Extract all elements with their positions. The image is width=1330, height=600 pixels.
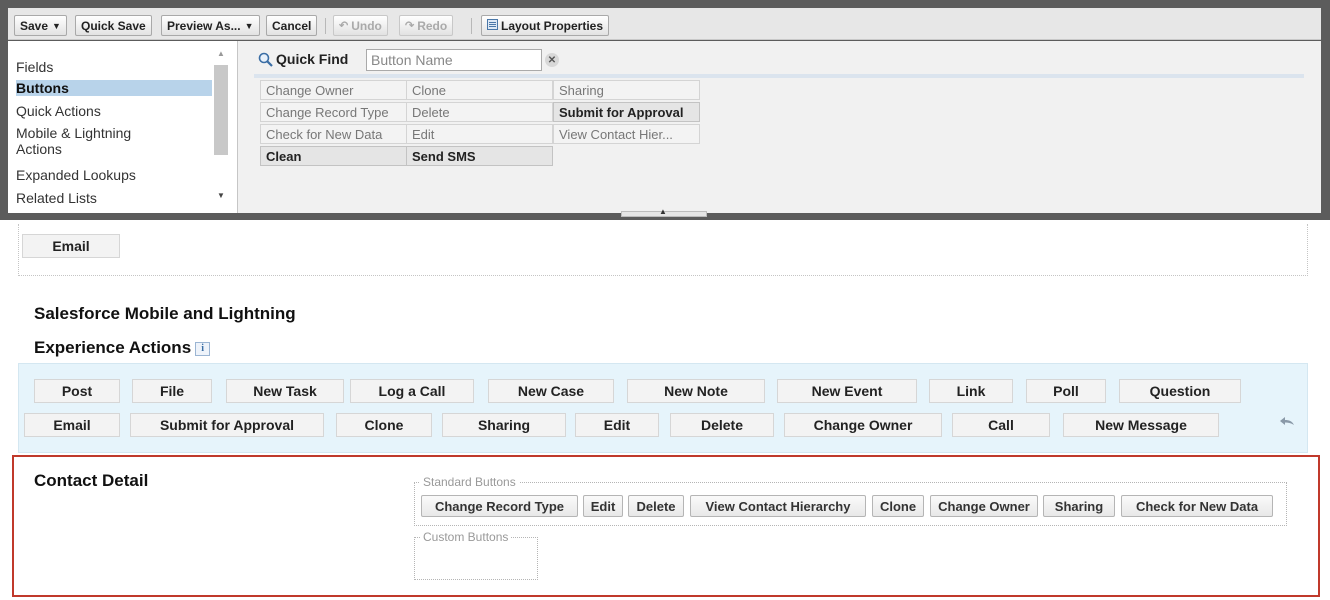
action-new-event[interactable]: New Event [777,379,917,403]
chevron-down-icon: ▼ [244,20,254,31]
standard-button-sharing[interactable]: Sharing [1043,495,1115,517]
action-post[interactable]: Post [34,379,120,403]
scrollbar-thumb[interactable] [214,65,228,155]
standard-button-clone[interactable]: Clone [872,495,924,517]
standard-button-edit[interactable]: Edit [583,495,623,517]
layout-properties-icon [487,18,498,33]
category-buttons[interactable]: Buttons [16,80,212,96]
editor-toolbar: Save ▼ Quick Save Preview As... ▼ Cancel… [8,8,1321,40]
action-new-message[interactable]: New Message [1063,413,1219,437]
palette-button-delete[interactable]: Delete [406,102,553,122]
palette-category-list: Fields Buttons Quick Actions Mobile & Li… [8,41,238,213]
layout-palette: Save ▼ Quick Save Preview As... ▼ Cancel… [0,0,1330,220]
quick-find-label: Quick Find [258,51,348,67]
chevron-down-icon[interactable]: ▼ [52,21,61,31]
category-fields[interactable]: Fields [16,59,212,75]
actions-title-line2-text: Experience Actions [34,338,192,357]
palette-body: Fields Buttons Quick Actions Mobile & Li… [8,41,1321,217]
action-poll[interactable]: Poll [1026,379,1106,403]
undo-button[interactable]: ↶ Undo [333,15,388,36]
palette-button-edit[interactable]: Edit [406,124,553,144]
action-new-task[interactable]: New Task [226,379,344,403]
palette-button-clone[interactable]: Clone [406,80,553,100]
palette-button-change-record-type[interactable]: Change Record Type [260,102,407,122]
save-button[interactable]: Save ▼ [14,15,67,36]
toolbar-divider [471,18,472,34]
action-new-case[interactable]: New Case [488,379,614,403]
standard-buttons-legend: Standard Buttons [420,475,519,489]
redo-label: Redo [417,18,448,33]
action-new-note[interactable]: New Note [627,379,765,403]
layout-properties-label: Layout Properties [501,18,604,33]
collapse-palette-handle[interactable]: ▲ [621,207,707,217]
category-scrollbar[interactable]: ▲ ▼ [213,49,229,207]
action-log-a-call[interactable]: Log a Call [350,379,474,403]
redo-icon: ↷ [405,20,415,32]
save-label: Save [20,18,49,33]
action-call[interactable]: Call [952,413,1050,437]
palette-button-check-for-new-data[interactable]: Check for New Data [260,124,407,144]
palette-button-change-owner[interactable]: Change Owner [260,80,407,100]
palette-button-clean[interactable]: Clean [260,146,407,166]
standard-button-delete[interactable]: Delete [628,495,684,517]
palette-button-sharing[interactable]: Sharing [553,80,700,100]
palette-button-submit-for-approval[interactable]: Submit for Approval [553,102,700,122]
cancel-button[interactable]: Cancel [266,15,318,36]
action-link[interactable]: Link [929,379,1013,403]
actions-title-line2: Experience Actions i [34,331,296,365]
action-file[interactable]: File [132,379,212,403]
toolbar-divider [325,18,326,34]
custom-buttons-legend: Custom Buttons [420,530,512,544]
contact-detail-title: Contact Detail [34,471,149,490]
action-edit[interactable]: Edit [575,413,659,437]
standard-button-change-owner[interactable]: Change Owner [930,495,1038,517]
quick-find-input[interactable] [366,49,542,71]
category-related-lists[interactable]: Related Lists [16,190,212,206]
action-question[interactable]: Question [1119,379,1241,403]
preview-as-button[interactable]: Preview As... ▼ [161,15,260,36]
actions-title-line1: Salesforce Mobile and Lightning [34,304,296,323]
category-mobile-lightning-label: Mobile & Lightning [16,125,132,141]
action-email[interactable]: Email [24,413,120,437]
undo-label: Undo [351,18,382,33]
actions-section-title: Salesforce Mobile and Lightning Experien… [34,297,296,365]
standard-button-view-contact-hierarchy[interactable]: View Contact Hierarchy [690,495,866,517]
scroll-up-icon[interactable]: ▲ [217,49,225,58]
clear-search-icon[interactable]: ✕ [545,53,559,67]
action-clone[interactable]: Clone [336,413,432,437]
category-expanded-lookups[interactable]: Expanded Lookups [16,167,212,183]
redo-button[interactable]: ↷ Redo [399,15,454,36]
action-sharing[interactable]: Sharing [442,413,566,437]
email-button[interactable]: Email [22,234,120,258]
standard-button-check-for-new-data[interactable]: Check for New Data [1121,495,1273,517]
category-mobile-lightning-actions[interactable]: Mobile & Lightning Actions [16,125,212,157]
category-quick-actions[interactable]: Quick Actions [16,103,212,119]
action-delete[interactable]: Delete [670,413,774,437]
standard-button-change-record-type[interactable]: Change Record Type [421,495,578,517]
undo-icon: ↶ [339,20,349,32]
existing-buttons-section: Email [18,224,1308,276]
layout-properties-button[interactable]: Layout Properties [481,15,610,36]
category-actions-label: Actions [16,141,62,157]
mobile-lightning-actions-panel [18,363,1308,453]
palette-button-send-sms[interactable]: Send SMS [406,146,553,166]
quick-find-divider [254,74,1304,78]
action-change-owner[interactable]: Change Owner [784,413,942,437]
info-icon[interactable]: i [195,341,211,356]
quick-save-button[interactable]: Quick Save [75,15,152,36]
quick-find-text: Quick Find [276,51,349,67]
scroll-down-icon[interactable]: ▼ [217,191,225,200]
palette-button-view-contact-hier[interactable]: View Contact Hier... [553,124,700,144]
reset-arrow-icon[interactable] [1278,415,1296,429]
contact-detail-section [12,455,1320,597]
chevron-up-icon[interactable]: ▲ [659,207,667,216]
action-submit-for-approval[interactable]: Submit for Approval [130,413,324,437]
preview-as-label: Preview As... [167,18,241,33]
search-icon [258,52,273,67]
